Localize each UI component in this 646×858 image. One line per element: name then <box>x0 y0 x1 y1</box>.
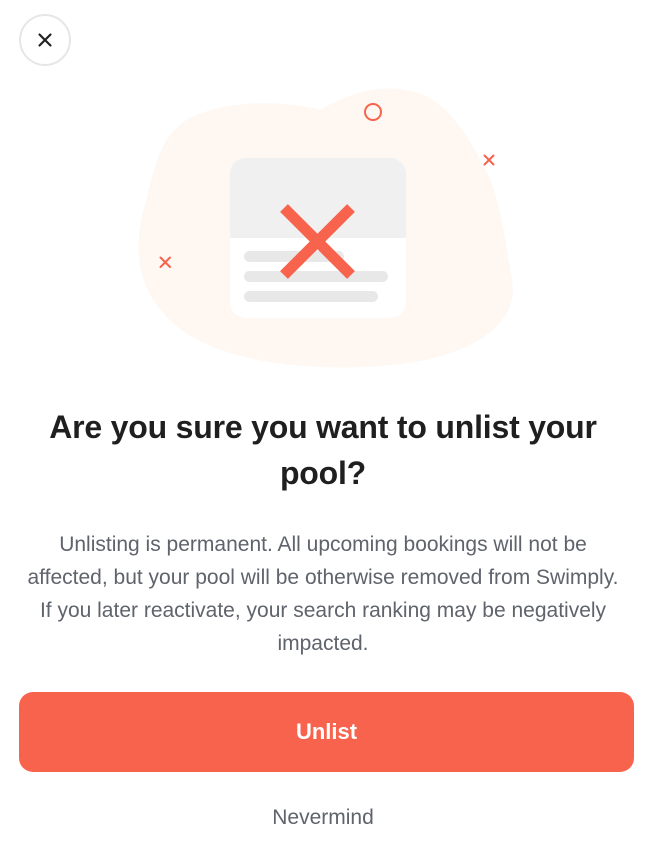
unlist-button[interactable]: Unlist <box>19 692 634 772</box>
dialog-title: Are you sure you want to unlist your poo… <box>49 409 597 491</box>
decorative-x-icon <box>483 154 495 166</box>
nevermind-button[interactable]: Nevermind <box>223 798 423 838</box>
dialog-message: Unlisting is permanent. All upcoming boo… <box>27 533 619 655</box>
unlist-illustration <box>0 0 646 380</box>
